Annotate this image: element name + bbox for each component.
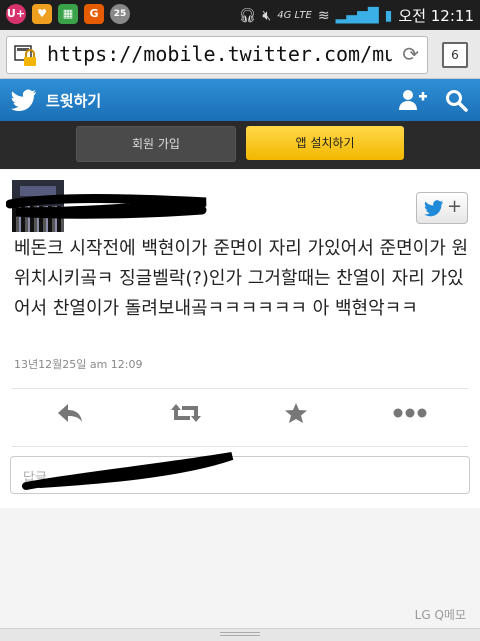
divider bbox=[12, 388, 468, 389]
grip-icon bbox=[220, 632, 260, 636]
twitter-header: 트윗하기 bbox=[0, 79, 480, 121]
twitter-bird-icon bbox=[424, 200, 443, 217]
wifi-icon: ≋ bbox=[317, 7, 330, 24]
secure-lock-icon bbox=[14, 45, 36, 66]
search-icon[interactable] bbox=[444, 88, 468, 112]
reply-redaction bbox=[22, 452, 234, 490]
sign-up-button[interactable]: 회원 가입 bbox=[76, 126, 236, 162]
favorite-star-icon[interactable] bbox=[284, 402, 308, 424]
compose-tweet-label[interactable]: 트윗하기 bbox=[46, 90, 101, 111]
address-bar[interactable]: https://mobile.twitter.com/mungm ⟳ bbox=[6, 36, 428, 74]
memo-drag-handle[interactable] bbox=[0, 628, 480, 641]
mute-icon: 🔇︎ bbox=[262, 7, 272, 24]
add-user-icon[interactable] bbox=[398, 88, 428, 112]
lg-qmemo-label: LG Q메모 bbox=[414, 608, 466, 622]
reload-icon[interactable]: ⟳ bbox=[402, 42, 419, 66]
calendar-icon: 25 bbox=[110, 4, 130, 24]
tabs-button[interactable]: 6 bbox=[442, 42, 468, 68]
battery-icon: ▮ bbox=[384, 7, 393, 24]
lte-icon: 4G LTE bbox=[277, 10, 312, 21]
system-indicators: 🎧︎ 🔇︎ 4G LTE ≋ ▂▄▆█ ▮ 오전 12:11 bbox=[239, 5, 474, 26]
headphones-icon: 🎧︎ bbox=[238, 7, 257, 24]
twitter-bird-icon[interactable] bbox=[10, 88, 38, 112]
status-bar: U+ ♥ ▦ G 25 🎧︎ 🔇︎ 4G LTE ≋ ▂▄▆█ ▮ 오전 12:… bbox=[0, 0, 480, 30]
clock: 오전 12:11 bbox=[398, 7, 474, 25]
plus-icon: + bbox=[447, 196, 463, 217]
notification-icons: U+ ♥ ▦ G 25 bbox=[6, 4, 130, 24]
uplus-icon: U+ bbox=[6, 4, 26, 24]
username-redaction bbox=[6, 194, 207, 219]
grid-app-icon: ▦ bbox=[58, 4, 78, 24]
notification-icon: ♥ bbox=[32, 4, 52, 24]
g-app-icon: G bbox=[84, 4, 104, 24]
url-text[interactable]: https://mobile.twitter.com/mungm bbox=[47, 42, 392, 66]
signal-icon: ▂▄▆█ bbox=[335, 7, 379, 24]
follow-button[interactable]: + bbox=[416, 192, 468, 224]
tweet-text: 베돈크 시작전에 백현이가 준면이 자리 가있어서 준면이가 원위치시키곸ㅋ 징… bbox=[14, 238, 469, 319]
retweet-icon[interactable] bbox=[170, 402, 202, 424]
more-options-icon[interactable] bbox=[392, 402, 428, 424]
tweet-actions bbox=[0, 398, 480, 428]
browser-toolbar: https://mobile.twitter.com/mungm ⟳ 6 bbox=[0, 30, 480, 79]
promo-bar: 회원 가입 앱 설치하기 bbox=[0, 121, 480, 169]
install-app-button[interactable]: 앱 설치하기 bbox=[246, 126, 404, 160]
tweet-timestamp[interactable]: 13년12월25일 am 12:09 bbox=[14, 356, 143, 372]
reply-icon[interactable] bbox=[56, 402, 84, 424]
